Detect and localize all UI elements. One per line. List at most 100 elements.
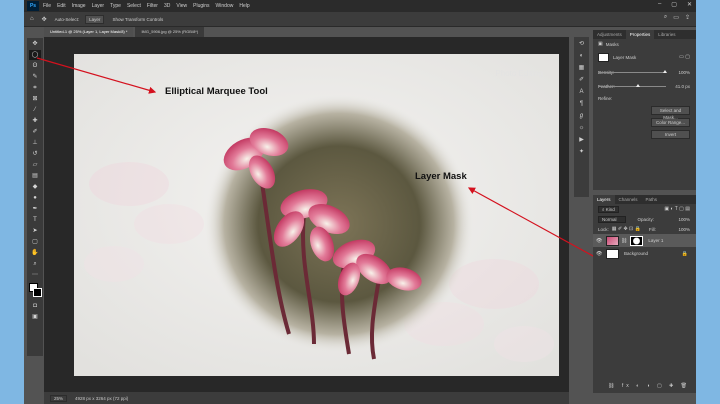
feather-row: Feather: 41.0 px [593, 79, 696, 93]
workspace-icon[interactable]: ▭ [673, 14, 679, 21]
menu-help[interactable]: Help [239, 3, 249, 9]
elliptical-marquee-tool-icon[interactable]: ◯ [29, 50, 41, 60]
healing-brush-icon[interactable]: ✚ [29, 116, 41, 126]
layer-mask-thumbnail[interactable] [630, 235, 644, 246]
layer-footer-icons[interactable]: ⛓ fx ◐ ◑ ▢ ✚ 🗑 [608, 383, 690, 389]
zoom-level[interactable]: 25% [50, 394, 68, 402]
background-thumbnail[interactable] [606, 248, 619, 259]
add-mask-icons[interactable]: ▭ ▢ [679, 54, 690, 60]
feather-knob[interactable] [635, 84, 640, 87]
character-icon[interactable]: A [577, 88, 587, 97]
menu-3d[interactable]: 3D [164, 3, 170, 9]
visibility-eye-icon[interactable]: 👁 [596, 251, 603, 257]
actions-icon[interactable]: ▶ [577, 136, 587, 145]
hand-tool-icon[interactable]: ✋ [29, 248, 41, 258]
adjust-icon[interactable]: ☼ [577, 124, 587, 133]
auto-select-dropdown[interactable]: Layer [85, 14, 105, 24]
gradient-tool-icon[interactable]: ▤ [29, 171, 41, 181]
close-button[interactable]: ✕ [687, 1, 692, 8]
density-value[interactable]: 100% [678, 70, 690, 75]
layer-name[interactable]: Layer 1 [648, 238, 663, 243]
screen-mode-icon[interactable]: ▣ [29, 312, 41, 322]
maximize-button[interactable]: ▢ [671, 1, 677, 8]
type-tool-icon[interactable]: T [29, 215, 41, 225]
zoom-tool-icon[interactable]: ⌕ [29, 259, 41, 269]
color-swatches[interactable] [29, 283, 42, 297]
more-tools-icon[interactable]: ⋯ [29, 270, 41, 280]
history-brush-icon[interactable]: ↺ [29, 149, 41, 159]
kind-filter-dropdown[interactable]: ⌕ Kind [598, 205, 619, 213]
tab-layers[interactable]: Layers [593, 195, 615, 204]
eyedropper-tool-icon[interactable]: ⁄ [29, 105, 41, 115]
menu-edit[interactable]: Edit [57, 3, 66, 9]
opacity-label: Opacity: [637, 216, 655, 222]
feather-value[interactable]: 41.0 px [675, 84, 690, 89]
color-range-button[interactable]: Color Range... [651, 118, 690, 127]
lock-icons[interactable]: ▦ ✐ ✥ ⊡ 🔒 [612, 226, 641, 232]
filter-icons[interactable]: ▣ ◐ T ▢ ▤ [664, 206, 690, 212]
fill-value[interactable]: 100% [678, 227, 690, 232]
tab-img-5906[interactable]: IMG_5906.jpg @ 25% (RGB/8*) [135, 27, 205, 37]
path-select-icon[interactable]: ➤ [29, 226, 41, 236]
opacity-value[interactable]: 100% [678, 217, 690, 222]
quick-select-tool-icon[interactable]: ✎ [29, 72, 41, 82]
frame-tool-icon[interactable]: ⊠ [29, 94, 41, 104]
lasso-tool-icon[interactable]: ʘ [29, 61, 41, 71]
menu-select[interactable]: Select [127, 3, 141, 9]
menu-window[interactable]: Window [216, 3, 234, 9]
brushes-icon[interactable]: ✐ [577, 76, 587, 85]
color-icon[interactable]: ◐ [577, 52, 587, 61]
menu-view[interactable]: View [176, 3, 187, 9]
rectangle-tool-icon[interactable]: ▢ [29, 237, 41, 247]
menu-filter[interactable]: Filter [147, 3, 158, 9]
mask-thumbnail[interactable] [598, 52, 609, 62]
pen-tool-icon[interactable]: ✒ [29, 204, 41, 214]
transform-controls-checkbox[interactable]: Show Transform Controls [112, 17, 163, 22]
swatches-icon[interactable]: ▦ [577, 64, 587, 73]
paragraph-icon[interactable]: ¶ [577, 100, 587, 109]
refine-row: Refine: [593, 93, 696, 103]
select-and-mask-button[interactable]: Select and Mask... [651, 106, 690, 120]
tab-untitled-1[interactable]: Untitled-1 @ 25% (Layer 1, Layer Mask/8)… [44, 27, 134, 37]
minimize-button[interactable]: – [658, 1, 661, 8]
density-slider[interactable] [599, 70, 667, 73]
image-canvas[interactable]: Photo Editing [74, 54, 559, 376]
crop-tool-icon[interactable]: ⌗ [29, 83, 41, 93]
dodge-tool-icon[interactable]: ● [29, 193, 41, 203]
glyphs-icon[interactable]: ℊ [577, 112, 587, 121]
feather-slider[interactable] [599, 84, 666, 87]
search-icon[interactable]: ⌕ [664, 14, 667, 21]
invert-button[interactable]: Invert [651, 130, 690, 139]
menu-layer[interactable]: Layer [92, 3, 105, 9]
home-icon[interactable]: ⌂ [30, 16, 34, 22]
layer-row-background[interactable]: 👁 Background 🔒 [593, 247, 696, 260]
blend-mode-dropdown[interactable]: Normal [598, 215, 626, 223]
callout-layer-mask: Layer Mask [415, 171, 467, 182]
tab-adjustments[interactable]: Adjustments [593, 30, 626, 39]
clone-stamp-icon[interactable]: ⊥ [29, 138, 41, 148]
tab-paths[interactable]: Paths [642, 195, 662, 204]
tab-channels[interactable]: Channels [615, 195, 642, 204]
brush-tool-icon[interactable]: ✐ [29, 127, 41, 137]
layer-name[interactable]: Background [624, 251, 648, 256]
eraser-tool-icon[interactable]: ▱ [29, 160, 41, 170]
layer-row-layer-1[interactable]: 👁 ⛓ Layer 1 [593, 234, 696, 247]
density-knob[interactable] [662, 70, 667, 73]
blur-tool-icon[interactable]: ◆ [29, 182, 41, 192]
menu-image[interactable]: Image [72, 3, 86, 9]
document-info: 4928 px x 3264 px (72 ppi) [75, 395, 129, 401]
history-icon[interactable]: ⟲ [577, 40, 587, 49]
link-icon[interactable]: ⛓ [621, 238, 627, 244]
visibility-eye-icon[interactable]: 👁 [596, 238, 603, 244]
layer-thumbnail[interactable] [606, 235, 619, 246]
learn-icon[interactable]: ✦ [577, 148, 587, 157]
share-icon[interactable]: ⇪ [685, 14, 690, 21]
background-color[interactable] [33, 288, 42, 297]
tab-libraries[interactable]: Libraries [654, 30, 679, 39]
menu-plugins[interactable]: Plugins [193, 3, 209, 9]
quick-mask-icon[interactable]: ◘ [29, 301, 41, 311]
menu-file[interactable]: File [43, 3, 51, 9]
move-tool-icon[interactable]: ✥ [29, 39, 41, 49]
menu-type[interactable]: Type [110, 3, 121, 9]
tab-properties[interactable]: Properties [625, 30, 655, 39]
